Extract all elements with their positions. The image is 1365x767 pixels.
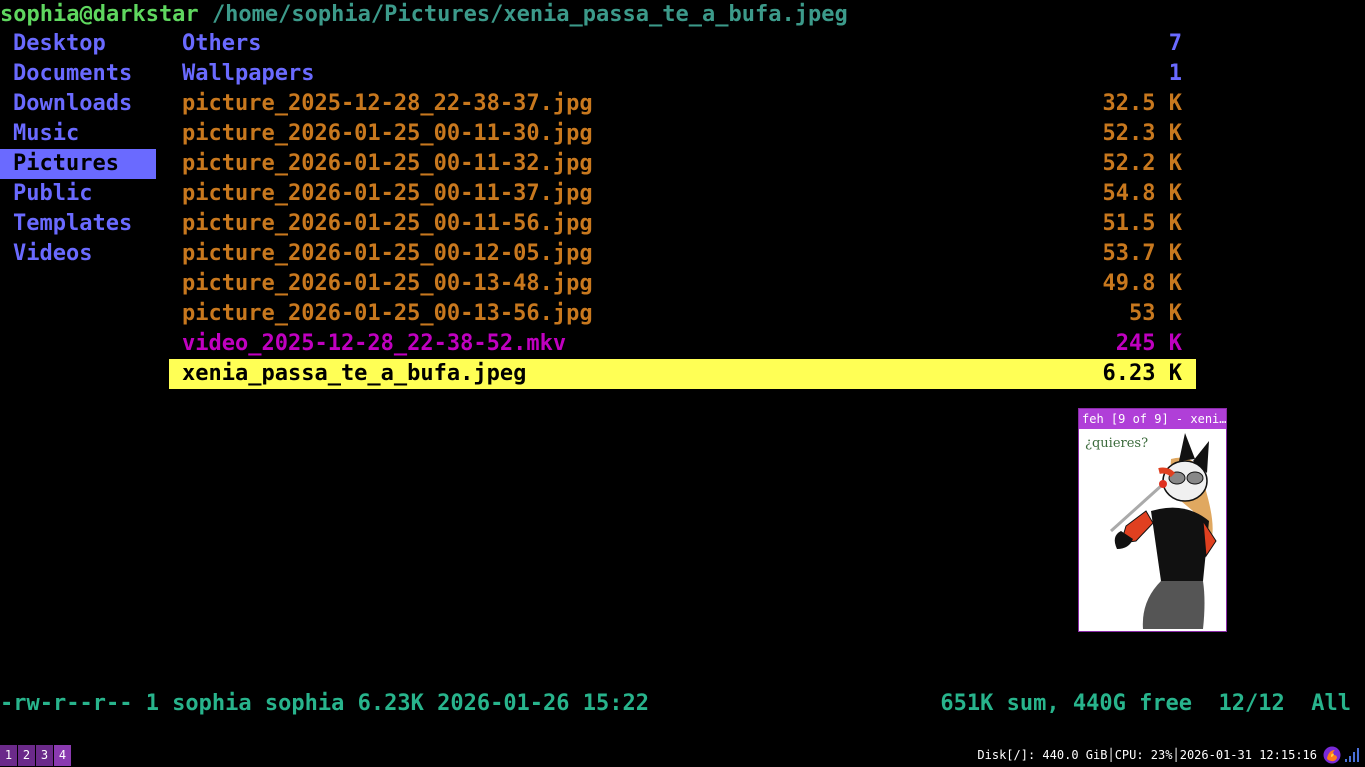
- file-size: 1: [1168, 61, 1182, 86]
- terminal-window: sophia@darkstar /home/sophia/Pictures/xe…: [0, 0, 1365, 740]
- file-name: picture_2026-01-25_00-11-56.jpg: [182, 211, 593, 236]
- file-name: Wallpapers: [182, 61, 315, 86]
- directory-row[interactable]: Wallpapers 1: [169, 59, 1196, 89]
- sidebar-item-public[interactable]: Public: [0, 179, 156, 209]
- file-name: xenia_passa_te_a_bufa.jpeg: [182, 361, 527, 386]
- file-row[interactable]: picture_2026-01-25_00-11-56.jpg 51.5 K: [169, 209, 1196, 239]
- workspace-4-button[interactable]: 4: [54, 745, 71, 766]
- file-size: 51.5 K: [1102, 211, 1182, 236]
- firefox-icon[interactable]: [1323, 746, 1341, 764]
- sidebar-item-documents[interactable]: Documents: [0, 59, 156, 89]
- file-row[interactable]: picture_2026-01-25_00-12-05.jpg 53.7 K: [169, 239, 1196, 269]
- file-size: 245 K: [1115, 331, 1182, 356]
- directory-row[interactable]: Others 7: [169, 29, 1196, 59]
- file-row[interactable]: picture_2026-01-25_00-11-30.jpg 52.3 K: [169, 119, 1196, 149]
- user-host: sophia@darkstar: [0, 2, 199, 27]
- network-signal-icon[interactable]: [1345, 747, 1359, 763]
- clock: 2026-01-31 12:15:16: [1179, 748, 1317, 762]
- file-name: picture_2026-01-25_00-11-30.jpg: [182, 121, 593, 146]
- current-path: /home/sophia/Pictures/xenia_passa_te_a_b…: [211, 2, 848, 27]
- file-size: 52.2 K: [1102, 151, 1182, 176]
- file-size: 49.8 K: [1102, 271, 1182, 296]
- file-name: picture_2026-01-25_00-13-48.jpg: [182, 271, 593, 296]
- file-name: picture_2026-01-25_00-11-32.jpg: [182, 151, 593, 176]
- file-row[interactable]: video_2025-12-28_22-38-52.mkv 245 K: [169, 329, 1196, 359]
- file-name: picture_2025-12-28_22-38-37.jpg: [182, 91, 593, 116]
- cpu-status: CPU: 23%: [1114, 748, 1173, 762]
- file-info: -rw-r--r-- 1 sophia sophia 6.23K 2026-01…: [0, 691, 650, 716]
- preview-caption: ¿quieres?: [1085, 436, 1148, 451]
- workspace-2-button[interactable]: 2: [18, 745, 35, 766]
- system-bar: 1 2 3 4 Disk[/]: 440.0 GiB│CPU: 23%│2026…: [0, 743, 1365, 767]
- file-row[interactable]: picture_2025-12-28_22-38-37.jpg 32.5 K: [169, 89, 1196, 119]
- sidebar-item-videos[interactable]: Videos: [0, 239, 156, 269]
- sidebar-item-music[interactable]: Music: [0, 119, 156, 149]
- workspace-1-button[interactable]: 1: [0, 745, 17, 766]
- file-name: picture_2026-01-25_00-12-05.jpg: [182, 241, 593, 266]
- file-name: picture_2026-01-25_00-11-37.jpg: [182, 181, 593, 206]
- file-name: Others: [182, 31, 262, 56]
- sidebar-item-downloads[interactable]: Downloads: [0, 89, 156, 119]
- sidebar-item-pictures[interactable]: Pictures: [0, 149, 156, 179]
- status-info: Disk[/]: 440.0 GiB│CPU: 23%│2026-01-31 1…: [977, 748, 1317, 762]
- file-size: 53 K: [1129, 301, 1182, 326]
- file-size: 52.3 K: [1102, 121, 1182, 146]
- preview-title: feh [9 of 9] - xeni…: [1079, 409, 1226, 429]
- workspace-3-button[interactable]: 3: [36, 745, 53, 766]
- parent-directory-column: Desktop Documents Downloads Music Pictures Pu…: [0, 29, 156, 269]
- file-size: 6.23 K: [1102, 361, 1182, 386]
- file-size: 53.7 K: [1102, 241, 1182, 266]
- dir-summary: 651K sum, 440G free 12/12 All: [940, 691, 1351, 716]
- disk-status: Disk[/]: 440.0 GiB: [977, 748, 1108, 762]
- sidebar-item-templates[interactable]: Templates: [0, 209, 156, 239]
- file-size: 54.8 K: [1102, 181, 1182, 206]
- status-line: -rw-r--r-- 1 sophia sophia 6.23K 2026-01…: [0, 689, 1365, 719]
- sidebar-item-desktop[interactable]: Desktop: [0, 29, 156, 59]
- image-preview-window[interactable]: feh [9 of 9] - xeni… ¿quieres?: [1078, 408, 1227, 632]
- file-name: video_2025-12-28_22-38-52.mkv: [182, 331, 567, 356]
- file-row[interactable]: picture_2026-01-25_00-13-48.jpg 49.8 K: [169, 269, 1196, 299]
- file-size: 7: [1168, 31, 1182, 56]
- file-size: 32.5 K: [1102, 91, 1182, 116]
- file-name: picture_2026-01-25_00-13-56.jpg: [182, 301, 593, 326]
- file-list: Others 7 Wallpapers 1 picture_2025-12-28_22-…: [169, 29, 1196, 389]
- preview-image: ¿quieres?: [1081, 431, 1224, 629]
- file-row[interactable]: picture_2026-01-25_00-13-56.jpg 53 K: [169, 299, 1196, 329]
- file-row[interactable]: picture_2026-01-25_00-11-37.jpg 54.8 K: [169, 179, 1196, 209]
- file-row[interactable]: picture_2026-01-25_00-11-32.jpg 52.2 K: [169, 149, 1196, 179]
- title-line: sophia@darkstar /home/sophia/Pictures/xe…: [0, 0, 848, 30]
- file-row[interactable]: xenia_passa_te_a_bufa.jpeg 6.23 K: [169, 359, 1196, 389]
